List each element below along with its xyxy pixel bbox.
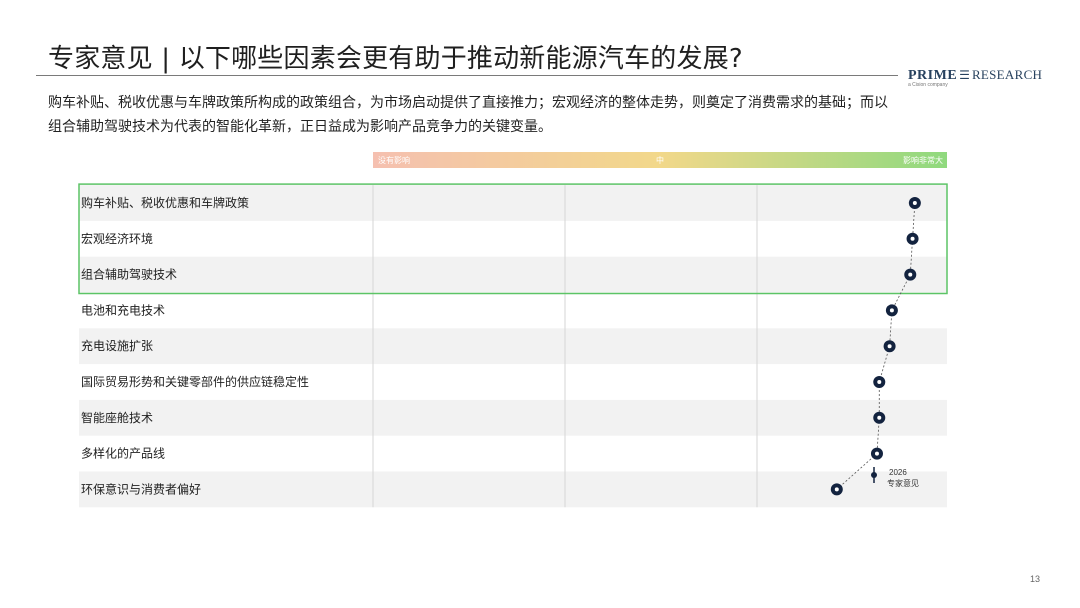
data-point-center — [834, 487, 839, 492]
data-point-center — [910, 236, 915, 241]
row-label: 充电设施扩张 — [81, 338, 153, 353]
row-stripes — [79, 185, 947, 508]
row-label: 国际贸易形势和关键零部件的供应链稳定性 — [81, 374, 309, 389]
row-stripe — [79, 256, 947, 293]
row-label: 购车补贴、税收优惠和车牌政策 — [81, 195, 249, 210]
row-stripe — [79, 328, 947, 365]
data-point-center — [877, 380, 882, 384]
scale-mid-label: 中 — [656, 155, 664, 165]
legend-marker — [871, 472, 877, 478]
row-label: 电池和充电技术 — [81, 302, 165, 317]
data-point-center — [877, 415, 882, 420]
row-label: 环保意识与消费者偏好 — [81, 481, 201, 496]
row-label: 多样化的产品线 — [81, 446, 165, 461]
row-label: 智能座舱技术 — [81, 410, 153, 425]
scale-low-label: 没有影响 — [378, 155, 410, 165]
data-point-center — [887, 344, 892, 349]
scale-high-label: 影响非常大 — [903, 155, 943, 165]
row-stripe — [79, 471, 947, 508]
dot-plot-chart: 没有影响 中 影响非常大 购车补贴、税收优惠和车牌政策宏观经济环境组合辅助驾驶技… — [78, 152, 948, 508]
data-point-center — [908, 272, 913, 277]
row-stripe — [79, 399, 947, 436]
data-point-center — [889, 308, 894, 313]
legend-label: 专家意见 — [887, 478, 919, 488]
row-label: 宏观经济环境 — [81, 231, 153, 246]
data-point-center — [912, 201, 917, 205]
data-point-center — [874, 451, 879, 456]
legend-year: 2026 — [889, 468, 907, 477]
page-number: 13 — [1030, 574, 1041, 584]
row-label: 组合辅助驾驶技术 — [81, 267, 177, 282]
scale-bar: 没有影响 中 影响非常大 — [373, 152, 947, 168]
